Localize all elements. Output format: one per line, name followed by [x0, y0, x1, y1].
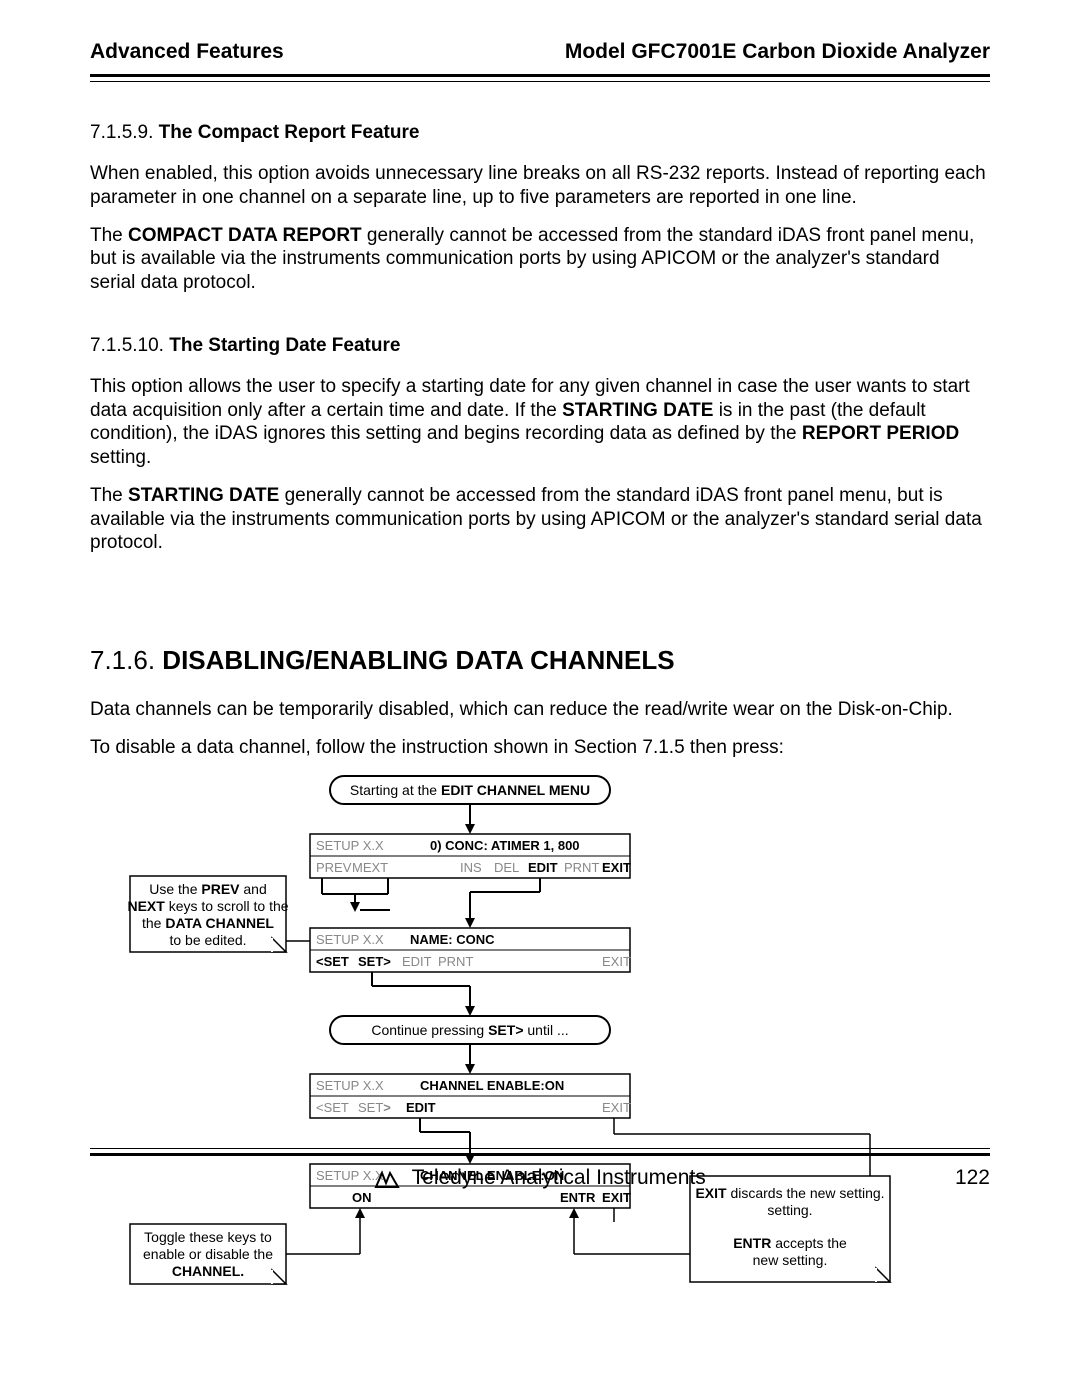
- para: The STARTING DATE generally cannot be ac…: [90, 484, 990, 555]
- svg-text:Use the PREV and: Use the PREV and: [149, 881, 267, 897]
- svg-text:new setting.: new setting.: [753, 1252, 828, 1268]
- flow-box3-exit: EXIT: [602, 1100, 631, 1115]
- page-header: Advanced Features Model GFC7001E Carbon …: [90, 40, 990, 74]
- flow-box1-conc: 0) CONC: ATIMER 1, 800: [430, 838, 580, 853]
- flow-box1-setup: SETUP X.X: [316, 838, 384, 853]
- section-title: The Compact Report Feature: [159, 122, 420, 143]
- svg-text:Toggle these keys to: Toggle these keys to: [144, 1229, 272, 1245]
- section-number: 7.1.5.10.: [90, 335, 164, 356]
- flow-box2-edit: EDIT: [402, 954, 432, 969]
- flow-box1-edit: EDIT: [528, 860, 558, 875]
- section-title: The Starting Date Feature: [169, 335, 400, 356]
- flow-box4-on: ON: [352, 1190, 372, 1205]
- flowchart: Starting at the EDIT CHANNEL MENU SETUP …: [90, 774, 990, 1324]
- company-logo-icon: [374, 1166, 400, 1190]
- flow-box1-ins: INS: [460, 860, 482, 875]
- flow-box2-name: NAME: CONC: [410, 932, 495, 947]
- flow-note-left-bottom: Toggle these keys to enable or disable t…: [130, 1224, 286, 1284]
- section-number: 7.1.5.9.: [90, 122, 153, 143]
- footer-page-number: 122: [955, 1166, 990, 1190]
- header-section: Advanced Features: [90, 40, 284, 64]
- flow-box3-set2: SET>: [358, 1100, 391, 1115]
- flow-box4-entr: ENTR: [560, 1190, 596, 1205]
- section-title: DISABLING/ENABLING DATA CHANNELS: [162, 645, 674, 675]
- svg-text:ENTR accepts the: ENTR accepts the: [733, 1235, 847, 1251]
- footer-rule-thin: [90, 1148, 990, 1149]
- flow-box1-del: DEL: [494, 860, 519, 875]
- flow-box2-setup: SETUP X.X: [316, 932, 384, 947]
- flow-box3-set1: <SET: [316, 1100, 349, 1115]
- header-title: Model GFC7001E Carbon Dioxide Analyzer: [565, 40, 990, 64]
- flow-box1-prnt: PRNT: [564, 860, 599, 875]
- flow-box1-mext: MEXT: [352, 860, 388, 875]
- flow-note-left-top: Use the PREV and NEXT keys to scroll to …: [127, 876, 288, 952]
- section-heading-7-1-5-9: 7.1.5.9. The Compact Report Feature: [90, 122, 990, 144]
- header-rule-thin: [90, 81, 990, 82]
- para: The COMPACT DATA REPORT generally cannot…: [90, 224, 990, 295]
- flow-box1-exit: EXIT: [602, 860, 631, 875]
- flow-box2-set1: <SET: [316, 954, 349, 969]
- para: When enabled, this option avoids unneces…: [90, 162, 990, 210]
- para: To disable a data channel, follow the in…: [90, 736, 990, 760]
- header-rule-thick: [90, 74, 990, 77]
- flow-mid-label: Continue pressing SET> until ...: [371, 1022, 568, 1038]
- flow-box2-exit: EXIT: [602, 954, 631, 969]
- footer-rule-thick: [90, 1153, 990, 1156]
- para: Data channels can be temporarily disable…: [90, 698, 990, 722]
- svg-text:NEXT keys to scroll to the: NEXT keys to scroll to the: [127, 898, 288, 914]
- section-heading-7-1-6: 7.1.6. DISABLING/ENABLING DATA CHANNELS: [90, 645, 990, 676]
- section-number: 7.1.6.: [90, 645, 155, 675]
- flow-box3-name: CHANNEL ENABLE:ON: [420, 1078, 564, 1093]
- footer-company: Teledyne Analytical Instruments: [412, 1166, 706, 1189]
- page-footer: Teledyne Analytical Instruments 122: [90, 1148, 990, 1190]
- footer-company-block: Teledyne Analytical Instruments: [90, 1166, 990, 1190]
- svg-text:the DATA CHANNEL: the DATA CHANNEL: [142, 915, 274, 931]
- flow-box4-exit: EXIT: [602, 1190, 631, 1205]
- flow-box3-setup: SETUP X.X: [316, 1078, 384, 1093]
- flow-box3-edit: EDIT: [406, 1100, 436, 1115]
- flow-box1-prev: PREV: [316, 860, 352, 875]
- svg-text:enable or disable the: enable or disable the: [143, 1246, 273, 1262]
- svg-text:CHANNEL.: CHANNEL.: [172, 1263, 244, 1279]
- svg-text:to be edited.: to be edited.: [169, 932, 246, 948]
- flow-start-label: Starting at the EDIT CHANNEL MENU: [350, 782, 590, 798]
- para: This option allows the user to specify a…: [90, 375, 990, 470]
- flow-box2-prnt: PRNT: [438, 954, 473, 969]
- flow-box2-set2: SET>: [358, 954, 391, 969]
- section-heading-7-1-5-10: 7.1.5.10. The Starting Date Feature: [90, 335, 990, 357]
- svg-text:setting.: setting.: [767, 1202, 812, 1218]
- flow-note-right: EXIT discards the new setting. setting. …: [690, 1176, 890, 1282]
